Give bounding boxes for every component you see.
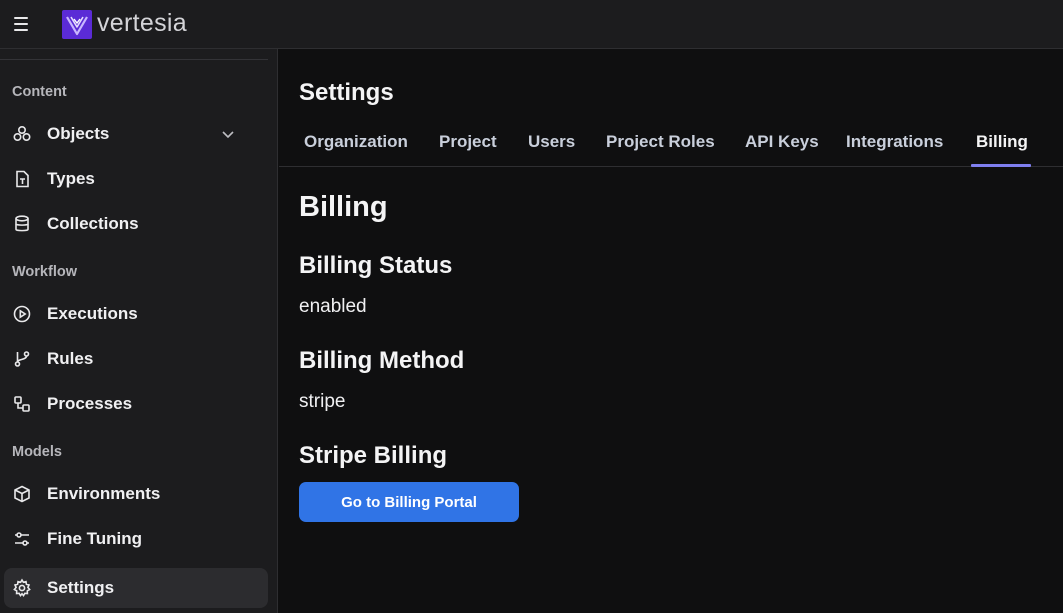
cube-icon bbox=[12, 484, 32, 504]
page-title: Settings bbox=[299, 79, 394, 106]
sidebar-item-label: Fine Tuning bbox=[47, 529, 143, 548]
sidebar-item-processes[interactable]: Processes bbox=[4, 384, 268, 424]
tab-organization[interactable]: Organization bbox=[304, 132, 408, 152]
billing-status-value: enabled bbox=[299, 296, 367, 317]
vertesia-logo-icon bbox=[62, 10, 92, 39]
workflow-icon bbox=[12, 394, 32, 414]
tab-api-keys[interactable]: API Keys bbox=[745, 132, 819, 152]
sidebar-item-label: Settings bbox=[47, 578, 115, 597]
top-bar: vertesia bbox=[0, 0, 1063, 49]
billing-status-heading: Billing Status bbox=[299, 252, 453, 279]
active-tab-indicator bbox=[971, 164, 1031, 167]
sidebar-item-objects[interactable]: Objects bbox=[4, 114, 268, 154]
section-label-content: Content bbox=[12, 84, 67, 100]
stripe-billing-heading: Stripe Billing bbox=[299, 442, 448, 469]
settings-tabs: Organization Project Users Project Roles… bbox=[279, 124, 1063, 167]
sidebar-item-settings[interactable]: Settings bbox=[4, 568, 268, 608]
main-content: Settings Organization Project Users Proj… bbox=[279, 49, 1063, 613]
sidebar-divider bbox=[0, 59, 268, 60]
sidebar-item-label: Executions bbox=[47, 304, 138, 323]
tab-project-roles[interactable]: Project Roles bbox=[606, 132, 715, 152]
objects-icon bbox=[12, 124, 32, 144]
sidebar-item-rules[interactable]: Rules bbox=[4, 339, 268, 379]
database-icon bbox=[12, 214, 32, 234]
gear-icon bbox=[12, 578, 32, 598]
sliders-icon bbox=[12, 529, 32, 549]
sidebar-item-label: Rules bbox=[47, 349, 94, 368]
billing-heading: Billing bbox=[299, 191, 388, 223]
sidebar-item-label: Types bbox=[47, 169, 95, 188]
file-type-icon bbox=[12, 169, 32, 189]
play-circle-icon bbox=[12, 304, 32, 324]
menu-icon[interactable] bbox=[13, 16, 31, 32]
sidebar-item-label: Objects bbox=[47, 124, 110, 143]
sidebar-item-types[interactable]: Types bbox=[4, 159, 268, 199]
billing-portal-button[interactable]: Go to Billing Portal bbox=[299, 482, 519, 522]
sidebar-item-environments[interactable]: Environments bbox=[4, 474, 268, 514]
sidebar-item-label: Environments bbox=[47, 484, 161, 503]
section-label-workflow: Workflow bbox=[12, 264, 77, 280]
sidebar-item-label: Processes bbox=[47, 394, 133, 413]
sidebar: Content Objects Types Collections Workfl… bbox=[0, 49, 278, 613]
billing-method-value: stripe bbox=[299, 391, 346, 412]
tab-project[interactable]: Project bbox=[439, 132, 497, 152]
chevron-down-icon[interactable] bbox=[220, 126, 236, 142]
billing-method-heading: Billing Method bbox=[299, 347, 465, 374]
section-label-models: Models bbox=[12, 444, 62, 460]
sidebar-item-fine-tuning[interactable]: Fine Tuning bbox=[4, 519, 268, 559]
sidebar-item-collections[interactable]: Collections bbox=[4, 204, 268, 244]
logo-text: vertesia bbox=[97, 9, 187, 37]
tab-users[interactable]: Users bbox=[528, 132, 575, 152]
tab-billing[interactable]: Billing bbox=[976, 132, 1028, 152]
git-branch-icon bbox=[12, 349, 32, 369]
sidebar-item-label: Collections bbox=[47, 214, 139, 233]
sidebar-item-executions[interactable]: Executions bbox=[4, 294, 268, 334]
tab-integrations[interactable]: Integrations bbox=[846, 132, 943, 152]
